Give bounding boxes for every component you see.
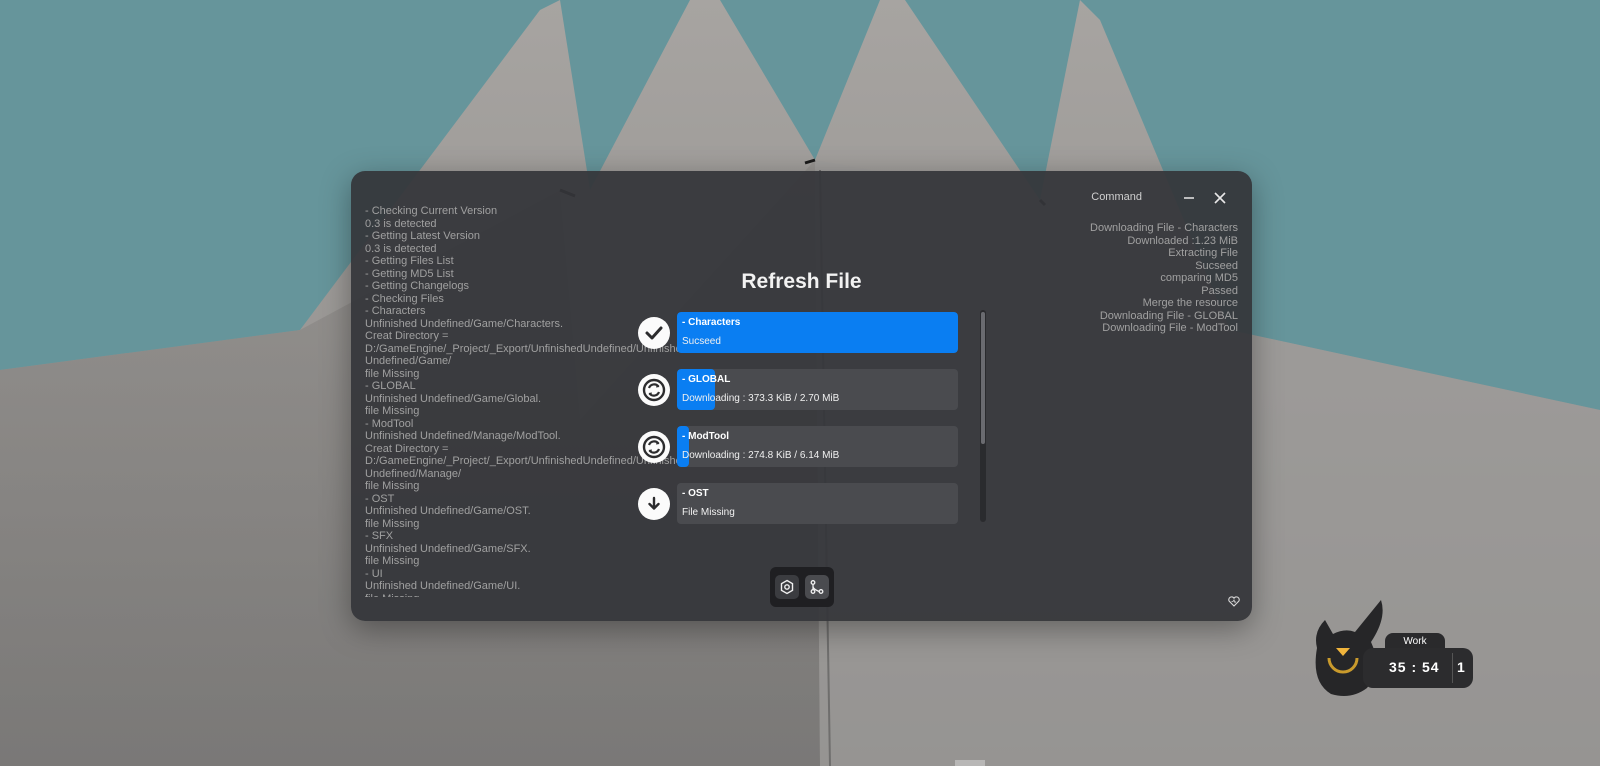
log-line: Downloading File - GLOBAL: [1099, 309, 1238, 322]
file-progress-bar: - GLOBAL Downloading : 373.3 KiB / 2.70 …: [677, 369, 958, 410]
download-icon: [638, 488, 670, 520]
file-progress-bar: - OST File Missing: [677, 483, 958, 524]
file-item-characters[interactable]: - Characters Sucseed: [638, 312, 978, 354]
file-status: Downloading : 373.3 KiB / 2.70 MiB: [682, 393, 840, 404]
session-count: 1: [1457, 659, 1465, 675]
timer-value: 35 : 54: [1389, 659, 1440, 675]
close-button[interactable]: [1209, 187, 1231, 209]
branch-button[interactable]: [805, 575, 829, 599]
settings-hex-icon: [780, 579, 794, 595]
log-line: - Checking Current Version: [365, 205, 498, 217]
dock-handle[interactable]: [955, 760, 985, 766]
log-line: - SFX: [365, 530, 394, 542]
log-line: Downloading File - Characters: [1090, 222, 1238, 234]
log-line: Unfinished Undefined/Game/UI.: [365, 580, 521, 592]
divider: [1452, 653, 1453, 683]
log-line: Merge the resource: [1142, 297, 1238, 309]
refresh-file-window: Command - Checking Current Version 0.3 is…: [351, 171, 1252, 621]
log-line: - Checking Files: [365, 292, 444, 305]
file-item-modtool[interactable]: - ModTool Downloading : 274.8 KiB / 6.14…: [638, 426, 978, 468]
file-progress-bar: - Characters Sucseed: [677, 312, 958, 353]
log-line: - UI: [365, 567, 383, 580]
settings-button[interactable]: [775, 575, 799, 599]
heart-icon[interactable]: [1228, 592, 1240, 611]
log-line: - Getting Files List: [365, 255, 454, 267]
window-title-label: Command: [1091, 191, 1142, 203]
log-line: 0.3 is detected: [365, 242, 437, 255]
log-line: Extracting File: [1168, 247, 1238, 259]
file-item-global[interactable]: - GLOBAL Downloading : 373.3 KiB / 2.70 …: [638, 369, 978, 411]
sync-icon: [638, 374, 670, 406]
log-line: 0.3 is detected: [365, 217, 437, 230]
minimize-button[interactable]: [1178, 187, 1200, 209]
file-item-ost[interactable]: - OST File Missing: [638, 483, 978, 524]
log-line: - Getting Latest Version: [365, 230, 480, 242]
sync-icon: [638, 431, 670, 463]
log-line: Downloaded :1.23 MiB: [1127, 234, 1238, 247]
check-icon: [638, 317, 670, 349]
file-status: Downloading : 274.8 KiB / 6.14 MiB: [682, 450, 840, 461]
log-line: file Missing: [365, 555, 420, 567]
page-title: Refresh File: [741, 270, 862, 293]
minimize-icon: [1184, 197, 1194, 199]
file-status: File Missing: [682, 507, 735, 518]
branch-icon: [810, 580, 824, 594]
log-line: file Missing: [365, 593, 715, 598]
file-name: - OST: [682, 488, 709, 499]
file-name: - Characters: [682, 317, 741, 328]
file-status: Sucseed: [682, 336, 721, 347]
log-line: Unfinished Undefined/Game/SFX.: [365, 542, 531, 555]
close-icon: [1214, 192, 1226, 204]
log-line: Downloading File - ModTool: [1102, 322, 1238, 334]
file-list[interactable]: - Characters Sucseed - GLOBAL Downloadin…: [638, 312, 978, 524]
file-name: - GLOBAL: [682, 374, 731, 385]
bottom-toolbar: [770, 567, 834, 607]
work-timer-widget[interactable]: Work 35 : 54 1: [1311, 598, 1475, 698]
file-progress-bar: - ModTool Downloading : 274.8 KiB / 6.14…: [677, 426, 958, 467]
scrollbar-thumb[interactable]: [981, 312, 985, 444]
file-name: - ModTool: [682, 431, 730, 442]
file-list-scrollbar[interactable]: [980, 310, 986, 522]
